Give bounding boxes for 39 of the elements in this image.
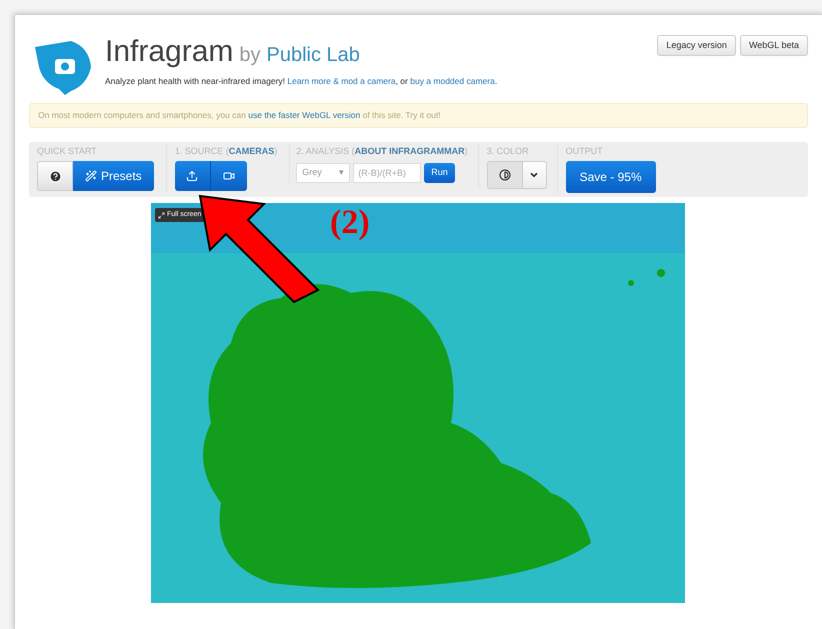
contrast-icon <box>498 169 511 181</box>
text-link[interactable]: use the faster WebGL version <box>248 110 360 120</box>
expand-icon <box>158 212 165 218</box>
help-icon <box>48 170 62 182</box>
section-label: 3. COLOR <box>486 145 529 158</box>
annotation-label: (2) <box>330 206 370 240</box>
select-value: Grey <box>302 166 322 180</box>
section-label: OUTPUT <box>566 145 603 158</box>
section-label-end: ) <box>274 145 278 158</box>
app-title: Infragram <box>105 37 234 67</box>
text-link[interactable]: buy a modded camera <box>410 76 495 86</box>
video-camera-icon <box>222 170 235 182</box>
select-caret: ▾ <box>339 166 344 180</box>
upload-icon <box>186 170 198 182</box>
section-label: 1. SOURCE ( <box>174 145 229 158</box>
colormap-dropdown[interactable] <box>522 161 547 189</box>
colormap-button[interactable] <box>486 161 523 189</box>
section-label: QUICK START <box>37 145 97 158</box>
alert-text: On most modern computers and smartphones, you can use the faster WebGL version of this site. Try it out! <box>38 109 441 122</box>
help-button[interactable] <box>37 161 73 191</box>
header-button[interactable]: Legacy version <box>657 35 736 56</box>
presets-button[interactable]: Presets <box>73 161 154 191</box>
section-label: 2. ANALYSIS ( <box>296 145 355 158</box>
expression-field[interactable]: (R-B)/(R+B) <box>353 163 422 183</box>
camera-button[interactable] <box>210 161 247 191</box>
upload-button[interactable] <box>174 161 211 191</box>
channel-select[interactable]: Grey ▾ <box>296 163 350 183</box>
section-link[interactable]: ABOUT INFRAGRAMMAR <box>354 145 465 159</box>
section-link[interactable]: CAMERAS <box>228 145 274 159</box>
section-label-end: ) <box>464 145 468 158</box>
magic-wand-icon <box>85 170 97 182</box>
run-button[interactable]: Run <box>424 163 455 183</box>
tagline-text: Analyze plant health with near-infrared imagery! Learn more & mod a camera, or buy a modded camera. <box>105 75 498 88</box>
brand-link[interactable]: Public Lab <box>266 45 360 65</box>
title-by: by <box>239 45 261 65</box>
save-button[interactable]: Save - 95% <box>566 161 656 193</box>
text-link[interactable]: Learn more & mod a camera <box>287 76 396 86</box>
caret-icon <box>529 170 540 180</box>
header-button[interactable]: WebGL beta <box>740 35 808 56</box>
